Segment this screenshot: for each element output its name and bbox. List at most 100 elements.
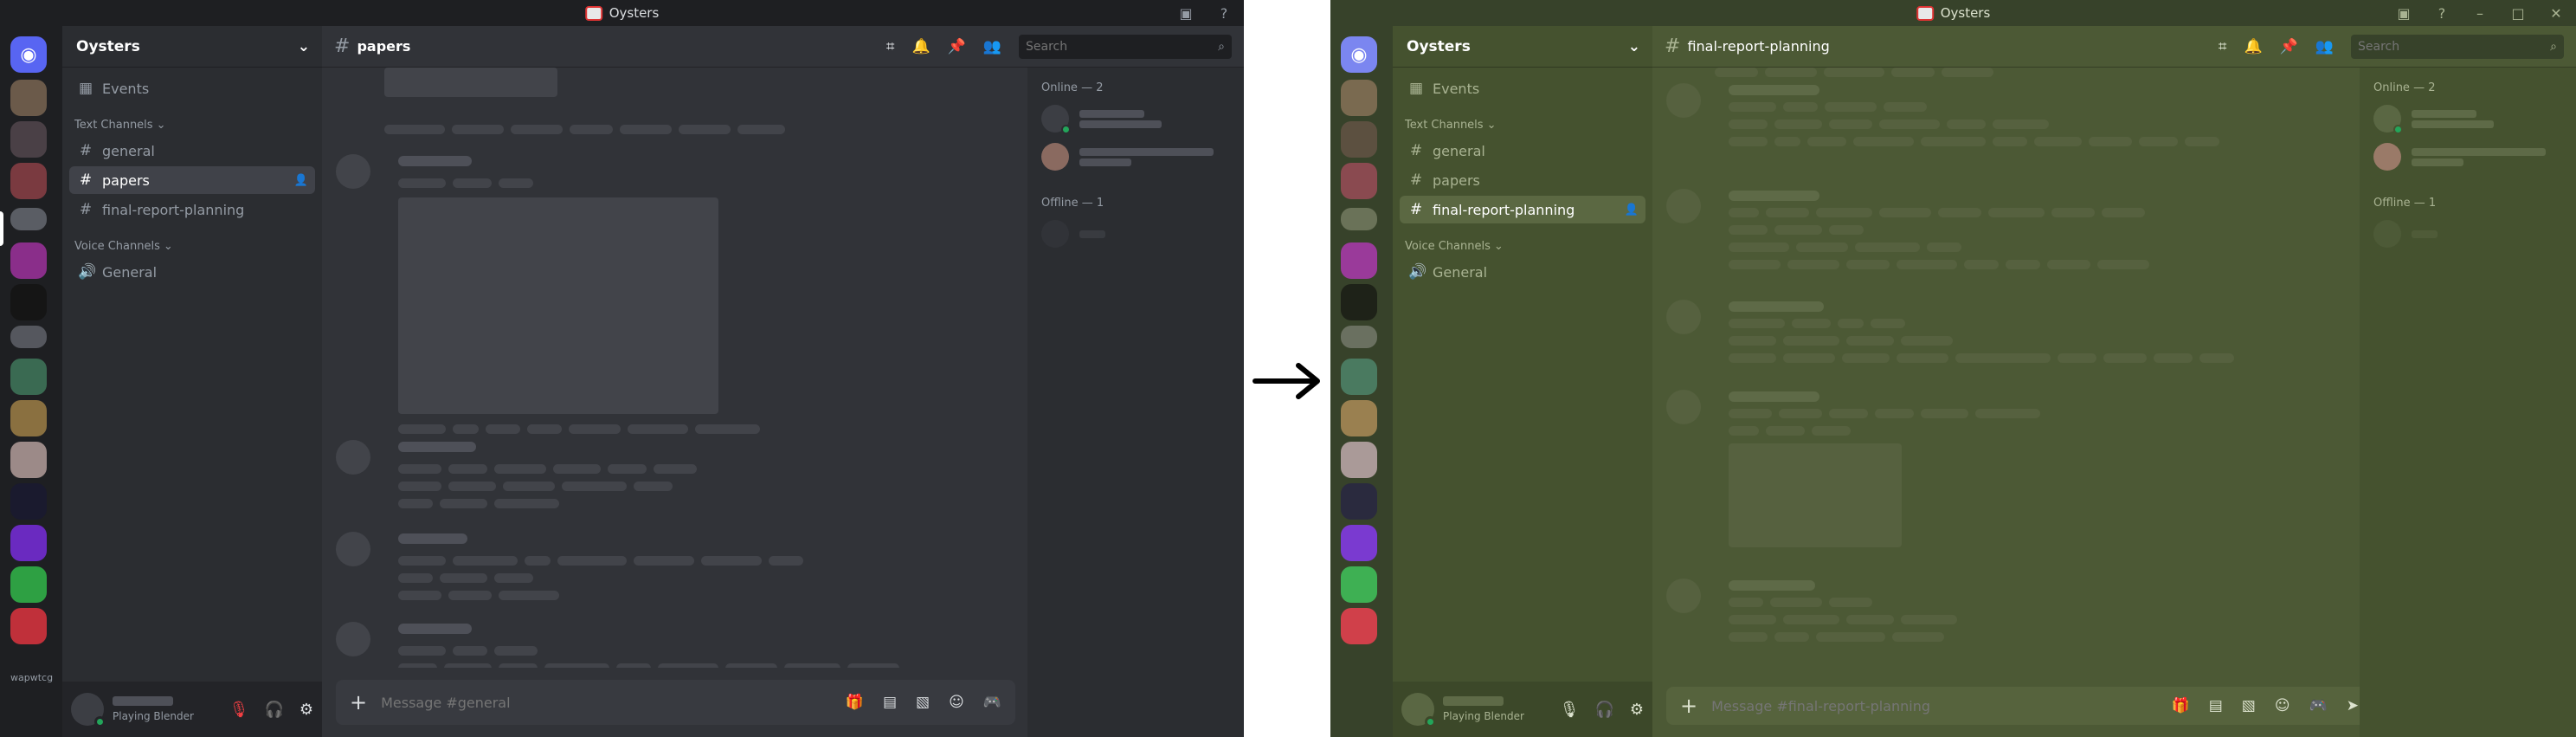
channel-item-papers[interactable]: # papers: [1400, 166, 1645, 194]
gear-icon[interactable]: ⚙: [1630, 701, 1644, 719]
gift-icon[interactable]: 🎁: [846, 694, 864, 711]
game-icon[interactable]: 🎮: [2309, 697, 2328, 714]
channel-item-final-report-planning[interactable]: # final-report-planning 👤: [1400, 196, 1645, 223]
message-input[interactable]: [1711, 697, 2158, 714]
server-icon[interactable]: [10, 284, 47, 320]
server-icon[interactable]: [1341, 242, 1377, 279]
server-icon[interactable]: [1341, 121, 1377, 158]
plus-icon[interactable]: +: [1680, 694, 1697, 718]
server-icon[interactable]: [1341, 400, 1377, 436]
user-info[interactable]: Playing Blender: [113, 696, 221, 722]
avatar[interactable]: [1401, 693, 1436, 727]
mic-muted-icon[interactable]: 🎙: [229, 701, 249, 719]
emoji-icon[interactable]: ☺: [2275, 697, 2290, 714]
user-info[interactable]: Playing Blender: [1443, 696, 1551, 722]
members-icon[interactable]: 👥: [2315, 38, 2334, 55]
minimize-icon[interactable]: –: [2470, 3, 2489, 23]
search-box[interactable]: ⌕: [2351, 34, 2564, 59]
gift-icon[interactable]: 🎁: [2172, 697, 2190, 714]
server-icon[interactable]: [1341, 442, 1377, 478]
emoji-icon[interactable]: ☺: [949, 694, 964, 711]
inbox-icon[interactable]: ▣: [2394, 3, 2413, 23]
member-item[interactable]: [1027, 138, 1244, 176]
category-voice-channels[interactable]: Voice Channels ⌄: [1405, 236, 1645, 256]
server-header[interactable]: Oysters ⌄: [62, 26, 322, 68]
server-icon[interactable]: [10, 525, 47, 561]
help-icon[interactable]: ?: [2432, 3, 2451, 23]
add-member-icon[interactable]: 👤: [294, 174, 308, 187]
server-icon[interactable]: [1341, 284, 1377, 320]
server-icon[interactable]: [10, 121, 47, 158]
server-header[interactable]: Oysters ⌄: [1393, 26, 1652, 68]
gif-icon[interactable]: ▤: [883, 694, 897, 711]
image-attachment[interactable]: [1729, 443, 1902, 547]
server-icon[interactable]: [1341, 163, 1377, 199]
pin-icon[interactable]: 📌: [2280, 38, 2298, 55]
category-voice-channels[interactable]: Voice Channels ⌄: [74, 236, 315, 256]
events-item[interactable]: ▦ Events: [69, 74, 315, 102]
threads-icon[interactable]: ⌗: [886, 38, 895, 55]
avatar[interactable]: [71, 693, 106, 727]
events-item[interactable]: ▦ Events: [1400, 74, 1645, 102]
server-icon[interactable]: [10, 242, 47, 279]
server-icon[interactable]: [10, 80, 47, 116]
search-box[interactable]: ⌕: [1019, 34, 1232, 59]
member-item[interactable]: [2360, 215, 2576, 253]
close-icon[interactable]: ✕: [2547, 3, 2566, 23]
server-icon[interactable]: [1341, 566, 1377, 603]
gear-icon[interactable]: ⚙: [299, 701, 313, 719]
server-icon[interactable]: [10, 566, 47, 603]
bell-icon[interactable]: 🔔: [2244, 38, 2262, 55]
server-icon[interactable]: [10, 483, 47, 520]
server-icon-oysters[interactable]: [10, 208, 47, 230]
channel-item-general[interactable]: # general: [1400, 137, 1645, 165]
discord-home-icon[interactable]: ◉: [10, 36, 47, 73]
sticker-icon[interactable]: ▧: [2242, 697, 2256, 714]
category-text-channels[interactable]: Text Channels ⌄: [74, 114, 315, 135]
bell-icon[interactable]: 🔔: [911, 38, 930, 55]
member-item[interactable]: [1027, 100, 1244, 138]
send-icon[interactable]: ➤: [2347, 697, 2359, 714]
server-icon[interactable]: [10, 400, 47, 436]
server-icon[interactable]: [10, 359, 47, 395]
member-item[interactable]: [2360, 100, 2576, 138]
inbox-icon[interactable]: ▣: [1176, 3, 1195, 23]
headphones-icon[interactable]: 🎧: [264, 701, 283, 719]
message-list[interactable]: [322, 68, 1010, 668]
search-input[interactable]: [2358, 39, 2522, 54]
maximize-icon[interactable]: □: [2508, 3, 2528, 23]
image-attachment[interactable]: [398, 197, 718, 414]
category-text-channels[interactable]: Text Channels ⌄: [1405, 114, 1645, 135]
message-list[interactable]: [1652, 68, 2359, 668]
server-icon[interactable]: [1341, 326, 1377, 348]
member-item[interactable]: [2360, 138, 2576, 176]
server-icon-oysters[interactable]: [1341, 208, 1377, 230]
game-icon[interactable]: 🎮: [983, 694, 1001, 711]
member-item[interactable]: [1027, 215, 1244, 253]
headphones-icon[interactable]: 🎧: [1594, 701, 1613, 719]
help-icon[interactable]: ?: [1214, 3, 1233, 23]
search-input[interactable]: [1026, 39, 1190, 54]
server-icon[interactable]: [1341, 359, 1377, 395]
threads-icon[interactable]: ⌗: [2219, 38, 2227, 55]
channel-item-final-report-planning[interactable]: # final-report-planning: [69, 196, 315, 223]
server-icon[interactable]: [10, 442, 47, 478]
voice-channel-general[interactable]: 🔊 General: [69, 258, 315, 286]
gif-icon[interactable]: ▤: [2209, 697, 2223, 714]
sticker-icon[interactable]: ▧: [916, 694, 930, 711]
server-icon[interactable]: [1341, 608, 1377, 644]
add-member-icon[interactable]: 👤: [1625, 204, 1639, 217]
channel-item-papers[interactable]: # papers 👤: [69, 166, 315, 194]
server-icon[interactable]: [1341, 483, 1377, 520]
voice-channel-general[interactable]: 🔊 General: [1400, 258, 1645, 286]
server-icon[interactable]: [1341, 80, 1377, 116]
members-icon[interactable]: 👥: [983, 38, 1001, 55]
server-icon[interactable]: [10, 163, 47, 199]
mic-icon[interactable]: 🎙: [1560, 701, 1580, 719]
server-icon[interactable]: [10, 326, 47, 348]
channel-item-general[interactable]: # general: [69, 137, 315, 165]
discord-home-icon[interactable]: ◉: [1341, 36, 1377, 73]
message-input[interactable]: [381, 694, 832, 711]
server-icon[interactable]: [10, 608, 47, 644]
plus-icon[interactable]: +: [350, 690, 367, 714]
